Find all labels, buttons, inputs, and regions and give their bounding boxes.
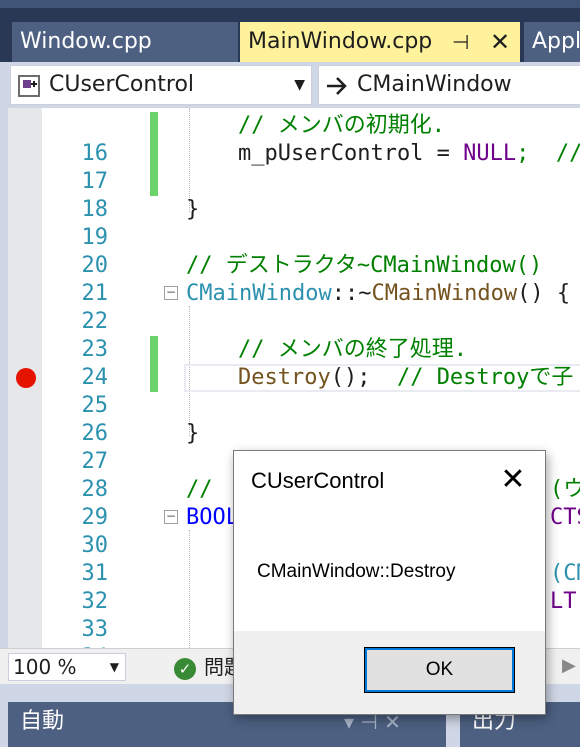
pin-icon[interactable]: ⊣ bbox=[452, 22, 469, 62]
dialog-body: CMainWindow::Destroy bbox=[234, 515, 545, 631]
code-text: (" bbox=[577, 589, 580, 614]
chevron-down-icon: ▼ bbox=[109, 660, 119, 674]
code-line-21[interactable]: 21 // デストラクタ~CMainWindow() bbox=[42, 252, 580, 306]
code-line-20[interactable]: 20 bbox=[42, 224, 580, 278]
zoom-dropdown[interactable]: 100 % ▼ bbox=[8, 653, 126, 681]
code-text: (); bbox=[330, 365, 397, 390]
code-function: CMainWindow bbox=[371, 281, 518, 306]
navigation-bar: CUserControl ▼ CMainWindow bbox=[0, 62, 580, 108]
code-text: ; // bbox=[516, 141, 580, 166]
code-line-25[interactable]: 25 Destroy(); // Destroyで子 bbox=[42, 364, 580, 418]
tab-application[interactable]: Appl bbox=[524, 22, 580, 62]
tab-strip-top-border bbox=[0, 0, 580, 8]
code-text: m_pUserControl = bbox=[238, 141, 464, 166]
code-line-23[interactable]: 23 bbox=[42, 308, 580, 362]
autos-panel-title: 自動 bbox=[20, 709, 65, 734]
code-keyword: BOOL bbox=[186, 505, 239, 530]
dialog-message: CMainWindow::Destroy bbox=[257, 561, 456, 582]
code-text: () { bbox=[517, 281, 571, 306]
code-comment: // メンバの終了処理. bbox=[238, 337, 467, 362]
change-marker bbox=[150, 364, 158, 392]
document-tab-strip: Window.cpp MainWindow.cpp ⊣ ✕ Appl bbox=[0, 0, 580, 62]
zoom-level: 100 % bbox=[13, 655, 77, 679]
code-text: } bbox=[186, 421, 200, 446]
scroll-right-icon[interactable]: ▶ bbox=[562, 655, 576, 676]
tab-mainwindow-cpp[interactable]: MainWindow.cpp ⊣ ✕ bbox=[240, 22, 520, 62]
tab-label: Appl bbox=[532, 29, 580, 54]
tab-label: MainWindow.cpp bbox=[248, 29, 433, 54]
code-line-24[interactable]: 24 // メンバの終了処理. bbox=[42, 336, 580, 390]
code-text: } bbox=[186, 197, 200, 222]
tab-window-cpp[interactable]: Window.cpp bbox=[12, 22, 238, 62]
code-text: ::~ bbox=[331, 281, 372, 306]
code-line-16[interactable]: 16 // メンバの初期化. bbox=[42, 112, 580, 166]
change-marker bbox=[150, 140, 158, 168]
arrow-right-icon bbox=[327, 77, 347, 95]
breakpoint-icon[interactable] bbox=[16, 368, 36, 388]
class-scope-dropdown[interactable]: CUserControl ▼ bbox=[10, 65, 312, 105]
change-marker bbox=[150, 336, 158, 364]
code-line-22[interactable]: 22 − CMainWindow::~CMainWindow() { bbox=[42, 280, 580, 334]
code-comment: // デストラクタ~CMainWindow() bbox=[186, 253, 543, 278]
fold-collapse-icon[interactable]: − bbox=[164, 510, 178, 524]
code-comment: (ウ bbox=[550, 477, 580, 502]
dialog-title-bar[interactable]: CUserControl ✕ bbox=[234, 451, 545, 515]
code-line-19[interactable]: 19 } bbox=[42, 196, 580, 250]
code-line-17[interactable]: 17 m_pUserControl = NULL; // bbox=[42, 140, 580, 194]
code-macro: CTST bbox=[550, 505, 580, 530]
code-comment: // Destroyで子 bbox=[396, 365, 574, 390]
ok-button[interactable]: OK bbox=[364, 647, 515, 693]
change-marker bbox=[150, 112, 158, 140]
change-marker bbox=[150, 168, 158, 196]
close-icon[interactable]: ✕ bbox=[496, 463, 530, 497]
code-comment: // メンバの初期化. bbox=[238, 113, 445, 138]
chevron-down-icon: ▼ bbox=[294, 77, 305, 93]
code-line-18[interactable]: 18 bbox=[42, 168, 580, 222]
check-circle-icon: ✓ bbox=[174, 657, 196, 680]
message-box-dialog: CUserControl ✕ CMainWindow::Destroy OK bbox=[233, 450, 546, 715]
code-type: CMainWindow bbox=[186, 281, 332, 306]
code-text: (CMa bbox=[550, 561, 580, 586]
code-line-27[interactable]: 27 } bbox=[42, 420, 580, 474]
code-line-26[interactable]: 26 bbox=[42, 392, 580, 446]
code-function: Destroy bbox=[238, 365, 331, 390]
class-icon bbox=[18, 75, 40, 97]
member-scope-label: CMainWindow bbox=[357, 72, 512, 97]
code-macro: LT bbox=[550, 589, 577, 614]
tab-label: Window.cpp bbox=[20, 29, 152, 54]
class-scope-label: CUserControl bbox=[49, 72, 195, 97]
code-comment: // bbox=[186, 477, 226, 502]
member-scope-dropdown[interactable]: CMainWindow bbox=[318, 65, 580, 105]
dialog-title: CUserControl bbox=[251, 468, 385, 493]
fold-collapse-icon[interactable]: − bbox=[164, 286, 178, 300]
close-tab-icon[interactable]: ✕ bbox=[490, 22, 510, 62]
code-macro: NULL bbox=[463, 141, 517, 166]
